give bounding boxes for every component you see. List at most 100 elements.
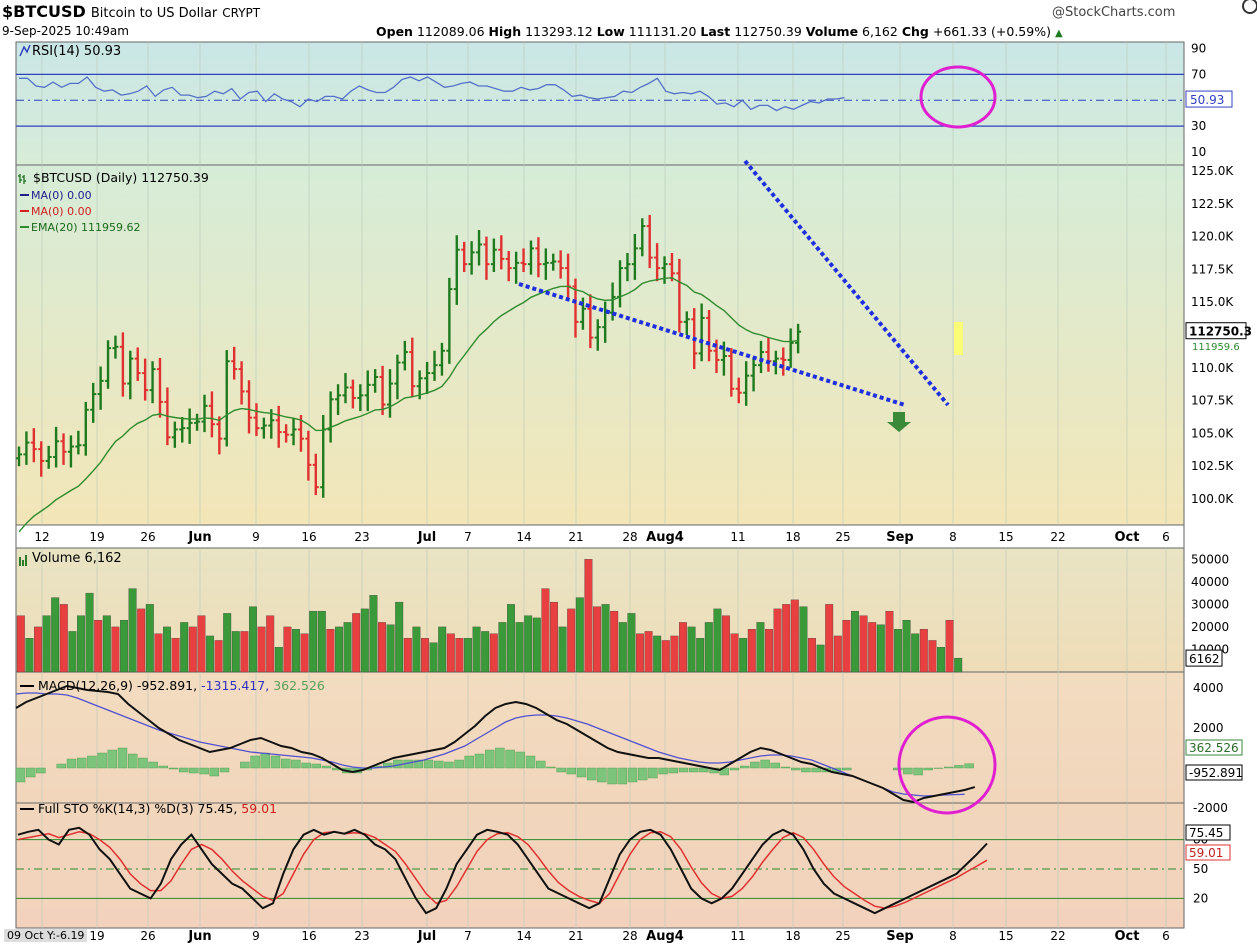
volume-bar — [894, 629, 902, 673]
volume-bar — [808, 638, 816, 673]
watermark: @StockCharts.com — [1052, 5, 1176, 20]
macd-histogram-bar — [270, 755, 281, 769]
volume-bar — [214, 640, 223, 673]
volume-bar — [730, 633, 739, 673]
macd-histogram-bar — [117, 747, 128, 769]
price-tick-label: 125.0K — [1191, 164, 1234, 178]
macd-histogram-bar — [729, 767, 740, 771]
volume-legend: Volume 6,162 — [32, 551, 122, 566]
volume-label: Volume — [805, 24, 859, 39]
date-tick-label-bottom: Sep — [886, 929, 914, 944]
high-label: High — [488, 24, 522, 39]
macd-histogram-bar — [658, 767, 668, 775]
macd-histogram-bar — [423, 759, 434, 769]
date-tick-label: Sep — [886, 530, 914, 545]
volume-bar — [532, 617, 541, 673]
volume-bar — [59, 604, 68, 673]
volume-bar — [317, 610, 326, 673]
volume-bar — [335, 626, 343, 673]
low-label: Low — [596, 24, 625, 39]
macd-histogram-bar — [107, 749, 118, 769]
volume-bar — [859, 615, 868, 673]
volume-bar — [94, 619, 103, 673]
volume-bar — [240, 631, 249, 673]
date-tick-label: 22 — [1050, 530, 1065, 544]
macd-histogram-bar — [444, 761, 454, 769]
volume-bar — [464, 638, 472, 673]
volume-bar — [782, 604, 791, 673]
macd-hist-label: 362.526 — [1189, 741, 1239, 755]
date-tick-label-bottom: 8 — [949, 929, 957, 943]
rsi-tick-label: 30 — [1191, 119, 1206, 133]
macd-histogram-bar — [903, 767, 913, 775]
volume-bar — [481, 631, 490, 673]
sto-tick-label: 50 — [1193, 862, 1208, 876]
volume-bar — [558, 626, 567, 673]
price-tick-label: 110.0K — [1191, 361, 1234, 375]
macd-histogram-bar — [485, 749, 495, 769]
date-tick-label: 28 — [622, 530, 637, 544]
volume-bar — [403, 638, 412, 673]
macd-histogram-bar — [536, 760, 546, 769]
date-tick-label: Oct — [1115, 530, 1140, 545]
symbol: $BTCUSD — [2, 2, 86, 21]
macd-histogram-bar — [168, 767, 179, 770]
chg-label: Chg — [901, 24, 929, 39]
macd-histogram-bar — [546, 766, 556, 769]
macd-histogram-bar — [678, 767, 689, 773]
volume-bar — [137, 608, 146, 673]
sto-panel-bg — [15, 802, 1185, 929]
volume-bar — [911, 633, 920, 673]
sto-d-label: 59.01 — [1189, 846, 1223, 860]
volume-bar — [661, 640, 670, 673]
date-tick-label: 6 — [1162, 530, 1170, 544]
last-value: 112750.39 — [734, 24, 802, 39]
macd-histogram-bar — [189, 767, 199, 774]
volume-bar — [120, 619, 128, 673]
macd-histogram-bar — [780, 766, 791, 769]
volume-bar — [541, 588, 550, 673]
macd-histogram-bar — [474, 753, 485, 769]
macd-histogram-bar — [964, 763, 974, 769]
macd-histogram-bar — [301, 762, 311, 769]
date-tick-label-bottom: 25 — [835, 929, 850, 943]
volume-bar — [747, 629, 756, 673]
date-tick-label-bottom: Oct — [1115, 929, 1140, 944]
date-tick-label-bottom: 16 — [301, 929, 316, 943]
volume-bar — [842, 619, 851, 673]
volume-bar — [489, 633, 498, 673]
macd-histogram-bar — [566, 767, 576, 775]
volume-tick-label: 30000 — [1191, 597, 1229, 611]
volume-bar — [257, 626, 266, 673]
volume-bar — [756, 622, 765, 673]
date-tick-label: 9 — [252, 530, 260, 544]
volume-bar — [412, 626, 421, 673]
volume-bar — [567, 608, 576, 673]
macd-histogram-bar — [587, 767, 597, 781]
volume-bar — [446, 633, 455, 673]
macd-histogram-bar — [178, 767, 189, 773]
macd-value-label: -952.891 — [1189, 766, 1243, 780]
macd-histogram-bar — [15, 767, 26, 783]
volume-bar — [16, 615, 25, 673]
volume-bar — [851, 610, 859, 673]
macd-histogram-bar — [750, 761, 760, 769]
macd-tick-label: 2000 — [1193, 721, 1224, 735]
date-tick-label: 12 — [34, 530, 49, 544]
volume-bar — [51, 597, 60, 673]
volume-bar — [34, 626, 42, 673]
volume-bar — [326, 629, 335, 673]
date-tick-label: 15 — [998, 530, 1013, 544]
volume-bar — [644, 631, 653, 673]
rsi-panel-bg — [15, 41, 1185, 166]
volume-bar — [25, 638, 34, 673]
volume-bar — [429, 642, 438, 673]
date-tick-label-bottom: 6 — [1162, 929, 1170, 943]
volume-bar — [352, 613, 361, 673]
volume-bar — [670, 635, 679, 673]
macd-histogram-bar — [138, 757, 148, 769]
macd-histogram-bar — [97, 752, 107, 769]
date-tick-label-bottom: 28 — [622, 929, 637, 943]
macd-histogram-bar — [250, 755, 260, 769]
volume-value: 6,162 — [862, 24, 898, 39]
